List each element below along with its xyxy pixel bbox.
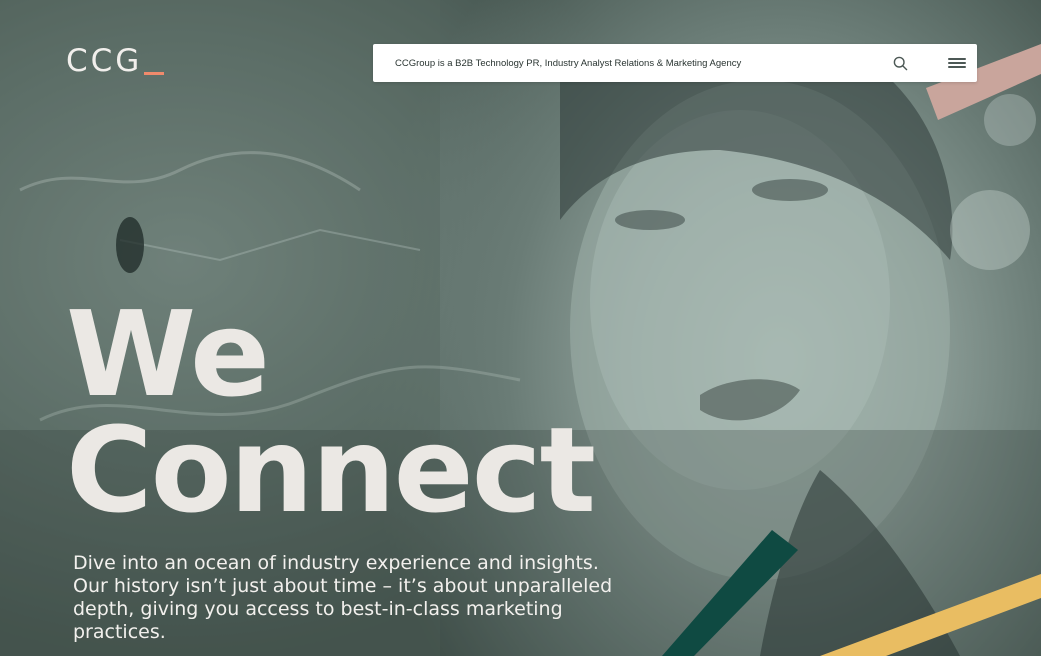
search-icon[interactable]	[892, 55, 908, 71]
green-accent-stripe	[662, 530, 798, 656]
ccg-logo[interactable]: CCG	[66, 43, 165, 79]
logo-text: CCG	[66, 43, 143, 79]
yellow-accent-stripe	[820, 574, 1041, 656]
menu-line	[948, 62, 966, 64]
hero-headline: We Connect	[66, 285, 596, 539]
headline-line-2: Connect	[66, 401, 596, 539]
headline-line-1: We	[66, 285, 270, 423]
search-bar[interactable]: CCGroup is a B2B Technology PR, Industry…	[373, 44, 977, 82]
hero-intro-text: Dive into an ocean of industry experienc…	[73, 552, 613, 643]
hamburger-menu-icon[interactable]	[948, 56, 966, 70]
menu-line	[948, 58, 966, 60]
hero-section: CCG CCGroup is a B2B Technology PR, Indu…	[0, 0, 1041, 656]
menu-line	[948, 66, 966, 68]
search-bar-text[interactable]: CCGroup is a B2B Technology PR, Industry…	[395, 58, 892, 69]
logo-underscore	[144, 72, 165, 75]
